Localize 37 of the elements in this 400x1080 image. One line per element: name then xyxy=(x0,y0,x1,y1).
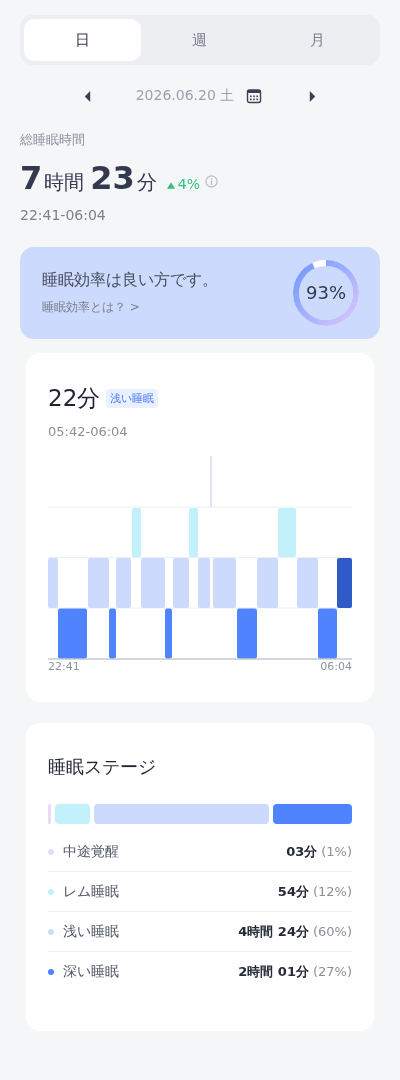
hours-unit: 時間 xyxy=(44,169,85,196)
axis-end-time: 06:04 xyxy=(320,660,352,673)
minutes-unit: 分 xyxy=(136,169,157,196)
stage-duration: 54分 xyxy=(277,882,309,901)
stages-title: 睡眠ステージ xyxy=(48,755,157,779)
stage-name: 浅い睡眠 xyxy=(63,922,120,941)
minutes-value: 23 xyxy=(90,159,135,197)
efficiency-message: 睡眠効率は良い方です。 xyxy=(42,270,218,291)
stage-share: (1%) xyxy=(321,844,352,859)
stage-share: (27%) xyxy=(312,964,352,979)
change-percent: 4% xyxy=(177,176,200,192)
stage-name: レム睡眠 xyxy=(63,882,120,901)
hours-value: 7 xyxy=(20,159,43,197)
period-tab[interactable]: 日 xyxy=(24,19,142,61)
calendar-icon[interactable] xyxy=(246,88,263,104)
period-tab[interactable]: 月 xyxy=(258,19,376,61)
previous-icon[interactable] xyxy=(82,89,92,103)
stage-share: (12%) xyxy=(312,884,352,899)
sleep-range: 22:41-06:04 xyxy=(20,207,107,223)
stage-name: 中途覚醒 xyxy=(63,842,120,861)
next-icon[interactable] xyxy=(308,89,318,103)
stage-duration: 4時間 24分 xyxy=(238,922,309,941)
date-text: 2026.06.20 土 xyxy=(135,87,235,105)
stage-share: (60%) xyxy=(312,924,352,939)
period-tab[interactable]: 週 xyxy=(141,19,259,61)
segment-range: 05:42-06:04 xyxy=(48,424,129,439)
efficiency-ring xyxy=(290,257,362,329)
total-sleep-label: 総睡眠時間 xyxy=(20,131,86,149)
stage-duration: 03分 xyxy=(286,842,318,861)
axis-start-time: 22:41 xyxy=(48,660,80,673)
efficiency-link[interactable]: 睡眠効率とは？ > xyxy=(42,299,218,316)
stage-tag: 浅い睡眠 xyxy=(106,389,159,408)
efficiency-value: 93% xyxy=(305,282,347,303)
segment-duration: 22分 xyxy=(48,384,101,413)
stage-duration: 2時間 01分 xyxy=(238,962,309,981)
stage-name: 深い睡眠 xyxy=(63,962,120,981)
up-triangle-icon xyxy=(166,182,175,189)
